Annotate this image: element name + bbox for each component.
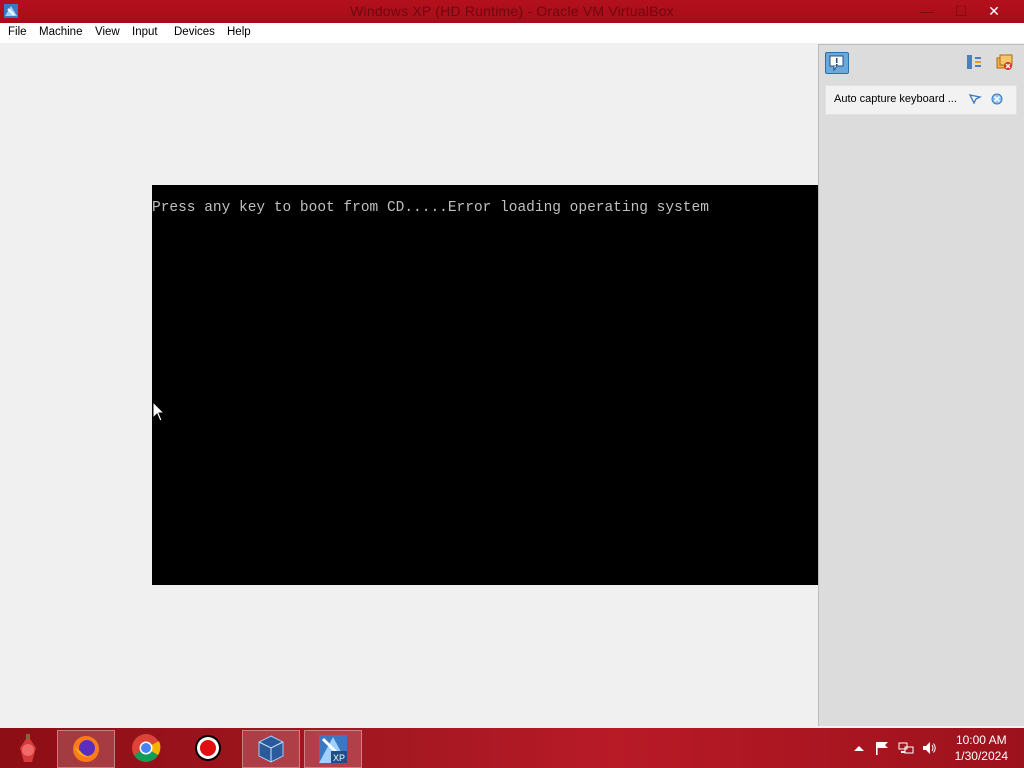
menu-input[interactable]: Input [132,26,158,38]
chrome-icon [132,734,161,762]
taskbar-virtualbox[interactable] [242,730,300,768]
close-button[interactable]: ✕ [972,0,1016,23]
menu-machine[interactable]: Machine [39,26,82,38]
menu-help[interactable]: Help [227,26,251,38]
taskbar-firefox[interactable] [57,730,115,768]
recorder-icon [195,735,221,761]
svg-text:XP: XP [333,753,345,763]
notification-message: Auto capture keyboard ... [825,85,1017,115]
volume-icon[interactable] [921,740,937,756]
mouse-cursor-icon [152,401,166,422]
menu-bar: File Machine View Input Devices Help [0,23,1024,43]
taskbar-recorder[interactable] [180,730,236,766]
mouse-pointer-icon[interactable] [968,92,982,106]
show-hidden-icons[interactable] [851,740,867,756]
minimize-button[interactable]: — [910,0,944,23]
notification-center-panel: Auto capture keyboard ... [818,44,1024,726]
window-title: Windows XP (HD Runtime) - Oracle VM Virt… [350,3,674,19]
clock-date: 1/30/2024 [954,749,1008,763]
windows-xp-vm-icon: XP [319,735,347,763]
start-orb[interactable] [0,730,56,766]
dismiss-icon[interactable] [990,92,1004,106]
vm-display[interactable]: Press any key to boot from CD.....Error … [152,185,818,585]
close-all-icon[interactable] [995,53,1013,71]
title-bar: Windows XP (HD Runtime) - Oracle VM Virt… [0,0,1024,23]
action-center-flag-icon[interactable] [874,740,890,756]
network-icon[interactable] [898,740,914,756]
menu-file[interactable]: File [8,26,27,38]
taskbar-windows-xp-vm[interactable]: XP [304,730,362,768]
notification-text: Auto capture keyboard ... [834,93,957,105]
clock-time: 10:00 AM [955,733,1007,747]
console-output: Press any key to boot from CD.....Error … [152,200,709,216]
taskbar: XP 10:00 AM 1/30/2024 [0,728,1024,768]
menu-view[interactable]: View [95,26,120,38]
info-icon[interactable] [825,52,849,74]
firefox-icon [73,736,99,762]
taskbar-chrome[interactable] [118,730,174,766]
menu-devices[interactable]: Devices [174,26,215,38]
collapse-panel-icon[interactable] [965,53,983,71]
taskbar-clock[interactable]: 10:00 AM 1/30/2024 [955,732,1008,764]
virtualbox-icon [258,735,284,763]
